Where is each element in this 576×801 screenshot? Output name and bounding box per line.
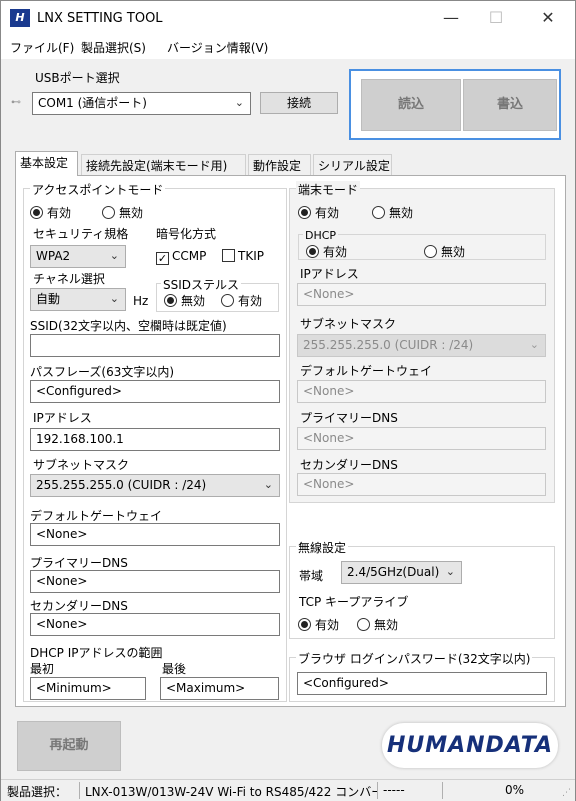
band-select[interactable]: 2.4/5GHz(Dual) ⌄ (341, 561, 462, 584)
restart-button[interactable]: 再起動 (17, 721, 121, 771)
terminal-dns2-input[interactable]: <None> (297, 473, 546, 496)
terminal-dns2-label: セカンダリーDNS (300, 458, 398, 472)
chevron-down-icon: ⌄ (445, 565, 455, 578)
hz-label: Hz (133, 294, 149, 308)
tcp-keepalive-label: TCP キープアライブ (299, 595, 409, 609)
status-product: LNX-013W/013W-24V Wi-Fi to RS485/422 コンバ… (85, 785, 377, 799)
ssid-input[interactable] (30, 334, 280, 357)
terminal-subnet-label: サブネットマスク (300, 317, 397, 331)
read-button[interactable]: 読込 (361, 79, 461, 131)
ccmp-checkbox[interactable]: ✓ CCMP (156, 249, 206, 265)
dhcp-first-input[interactable]: <Minimum> (30, 677, 146, 700)
ap-gateway-input[interactable]: <None> (30, 523, 280, 546)
title-bar: H LNX SETTING TOOL — ☐ ✕ (1, 1, 575, 35)
security-label: セキュリティ規格 (33, 227, 129, 241)
menu-file[interactable]: ファイル(F) (10, 39, 74, 56)
passphrase-input[interactable]: <Configured> (30, 380, 280, 403)
close-button[interactable]: ✕ (524, 1, 572, 35)
ap-disabled-radio[interactable]: 無効 (102, 204, 143, 221)
minimize-button[interactable]: — (427, 1, 475, 35)
ap-dns2-input[interactable]: <None> (30, 613, 280, 636)
chevron-down-icon: ⌄ (234, 96, 244, 109)
terminal-dns1-label: プライマリーDNS (300, 411, 398, 425)
terminal-ip-input[interactable]: <None> (297, 283, 546, 306)
keepalive-enabled-radio[interactable]: 有効 (298, 616, 339, 633)
passphrase-label: パスフレーズ(63文字以内) (30, 365, 175, 379)
tab-operation-settings[interactable]: 動作設定 (248, 154, 311, 175)
stealth-disabled-radio[interactable]: 無効 (164, 292, 205, 309)
stealth-enabled-radio[interactable]: 有効 (221, 292, 262, 309)
terminal-ip-label: IPアドレス (300, 267, 359, 281)
usb-icon: ⊷ (11, 97, 21, 108)
resize-grip-icon[interactable]: ⋰ (562, 788, 571, 798)
menu-product-select[interactable]: 製品選択(S) (81, 39, 146, 56)
app-window: H LNX SETTING TOOL — ☐ ✕ ファイル(F) 製品選択(S)… (0, 0, 576, 801)
terminal-dns1-input[interactable]: <None> (297, 427, 546, 450)
ap-ip-label: IPアドレス (33, 411, 92, 425)
wireless-settings-title: 無線設定 (296, 539, 349, 556)
connect-button[interactable]: 接続 (260, 92, 338, 114)
humandata-logo: HUMANDATA (382, 723, 558, 768)
dhcp-first-label: 最初 (30, 662, 55, 676)
usb-port-value: COM1 (通信ポート) (38, 96, 147, 110)
dhcp-last-input[interactable]: <Maximum> (160, 677, 279, 700)
dhcp-range-label: DHCP IPアドレスの範囲 (30, 646, 163, 660)
tab-serial-settings[interactable]: シリアル設定 (313, 154, 392, 175)
chevron-down-icon: ⌄ (109, 292, 119, 305)
dhcp-title: DHCP (303, 229, 339, 242)
keepalive-disabled-radio[interactable]: 無効 (357, 616, 398, 633)
app-logo-icon: H (10, 9, 30, 27)
dhcp-disabled-radio[interactable]: 無効 (424, 243, 465, 260)
browser-password-input[interactable]: <Configured> (297, 672, 547, 695)
ssid-label: SSID(32文字以内、空欄時は既定値) (30, 319, 227, 333)
ssid-stealth-title: SSIDステルス (161, 276, 242, 293)
terminal-mode-title: 端末モード (296, 181, 361, 198)
tab-basic-settings[interactable]: 基本設定 (15, 151, 78, 176)
chevron-down-icon: ⌄ (529, 338, 539, 351)
maximize-button[interactable]: ☐ (472, 1, 520, 35)
ap-dns2-label: セカンダリーDNS (30, 599, 128, 613)
terminal-disabled-radio[interactable]: 無効 (372, 204, 413, 221)
terminal-enabled-radio[interactable]: 有効 (298, 204, 339, 221)
browser-password-title: ブラウザ ログインパスワード(32文字以内) (296, 650, 533, 667)
channel-label: チャネル選択 (33, 272, 105, 286)
tkip-checkbox[interactable]: TKIP (222, 249, 264, 263)
security-select[interactable]: WPA2 ⌄ (30, 245, 126, 268)
ap-dns1-label: プライマリーDNS (30, 556, 128, 570)
dhcp-enabled-radio[interactable]: 有効 (306, 243, 347, 260)
status-bar: 製品選択： LNX-013W/013W-24V Wi-Fi to RS485/4… (1, 779, 575, 801)
channel-select[interactable]: 自動 ⌄ (30, 288, 126, 311)
window-title: LNX SETTING TOOL (37, 11, 163, 26)
ap-gateway-label: デフォルトゲートウェイ (30, 509, 163, 523)
tab-connection-settings[interactable]: 接続先設定(端末モード用) (81, 154, 246, 175)
chevron-down-icon: ⌄ (109, 249, 119, 262)
terminal-gateway-label: デフォルトゲートウェイ (300, 364, 433, 378)
ap-dns1-input[interactable]: <None> (30, 570, 280, 593)
ap-subnet-label: サブネットマスク (33, 458, 130, 472)
terminal-subnet-select[interactable]: 255.255.255.0 (CUIDR : /24) ⌄ (297, 334, 546, 357)
menu-bar: ファイル(F) 製品選択(S) バージョン情報(V) (1, 35, 575, 59)
ap-ip-input[interactable]: 192.168.100.1 (30, 428, 280, 451)
status-progress: 0% (505, 783, 525, 797)
write-button[interactable]: 書込 (463, 79, 557, 131)
terminal-gateway-input[interactable]: <None> (297, 380, 546, 403)
status-dashes: ----- (383, 783, 405, 797)
usb-port-label: USBポート選択 (35, 71, 120, 85)
usb-port-select[interactable]: COM1 (通信ポート) ⌄ (32, 92, 251, 115)
band-label: 帯域 (299, 569, 324, 583)
status-label: 製品選択： (7, 785, 68, 799)
menu-version-info[interactable]: バージョン情報(V) (167, 39, 268, 56)
dhcp-last-label: 最後 (162, 662, 187, 676)
ap-enabled-radio[interactable]: 有効 (30, 204, 71, 221)
chevron-down-icon: ⌄ (263, 478, 273, 491)
ap-subnet-select[interactable]: 255.255.255.0 (CUIDR : /24) ⌄ (30, 474, 280, 497)
access-point-title: アクセスポイントモード (30, 181, 166, 198)
encryption-label: 暗号化方式 (156, 227, 217, 241)
